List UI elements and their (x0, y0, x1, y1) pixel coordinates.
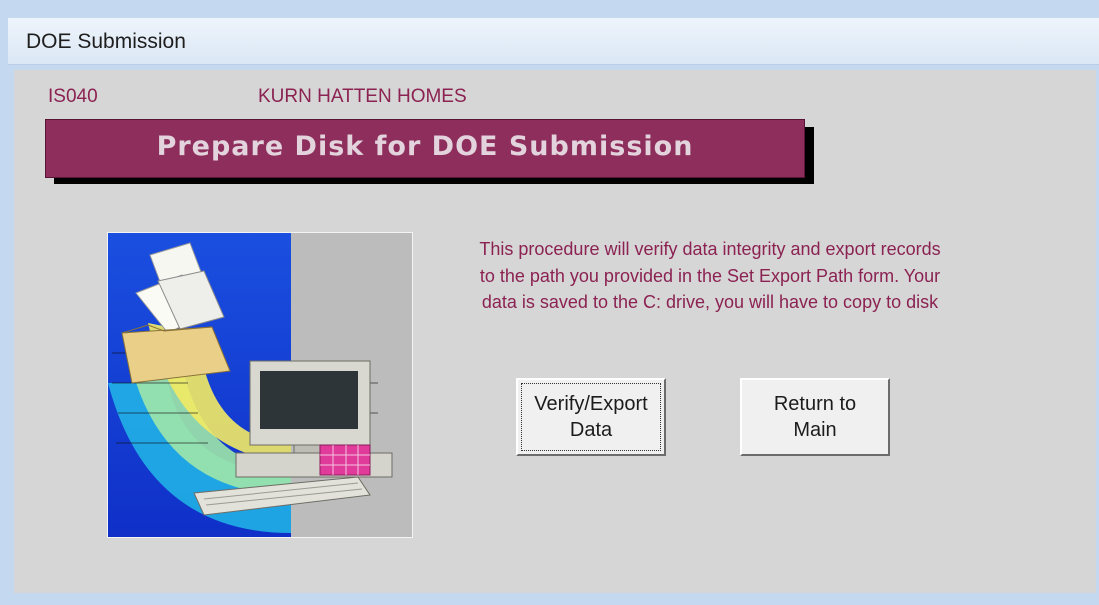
banner-title: Prepare Disk for DOE Submission (156, 131, 694, 162)
verify-export-label: Verify/Export Data (534, 393, 648, 441)
verify-export-button[interactable]: Verify/Export Data (516, 378, 666, 456)
form-id-label: IS040 (48, 86, 98, 107)
title-banner: Prepare Disk for DOE Submission (45, 119, 805, 178)
company-name-label: KURN HATTEN HOMES (258, 86, 467, 107)
computer-export-illustration-icon (107, 232, 413, 538)
app-window: DOE Submission IS040 KURN HATTEN HOMES P… (0, 0, 1099, 605)
return-to-main-label: Return to Main (773, 393, 857, 441)
title-bar[interactable]: DOE Submission (8, 18, 1099, 65)
computer-illustration-svg (108, 233, 412, 537)
window-title: DOE Submission (26, 30, 186, 53)
procedure-description: This procedure will verify data integrit… (479, 239, 941, 312)
form-body: IS040 KURN HATTEN HOMES Prepare Disk for… (14, 70, 1096, 593)
return-to-main-button[interactable]: Return to Main (740, 378, 890, 456)
